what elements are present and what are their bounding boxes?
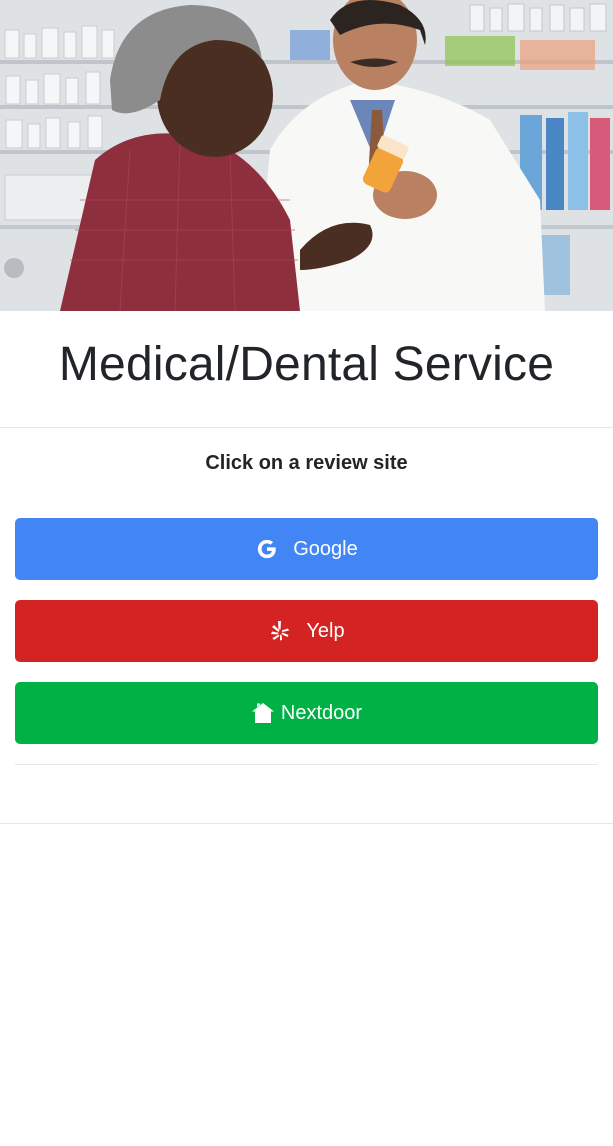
divider: [0, 427, 613, 428]
hero-photo: [0, 0, 613, 311]
nextdoor-button-label: Nextdoor: [280, 701, 363, 724]
nextdoor-review-button[interactable]: Nextdoor: [15, 682, 598, 744]
yelp-button-label: Yelp: [306, 619, 345, 642]
yelp-icon: [268, 619, 292, 643]
google-button-label: Google: [293, 537, 358, 560]
footer-divider: [0, 823, 613, 824]
yelp-review-button[interactable]: Yelp: [15, 600, 598, 662]
google-review-button[interactable]: Google: [15, 518, 598, 580]
google-icon: [255, 537, 279, 561]
page-title: Medical/Dental Service: [58, 337, 555, 391]
review-site-buttons: Google Yelp Nextdoor: [0, 518, 613, 744]
house-icon: [251, 701, 275, 725]
review-prompt: Click on a review site: [205, 452, 408, 474]
divider: [15, 764, 598, 765]
